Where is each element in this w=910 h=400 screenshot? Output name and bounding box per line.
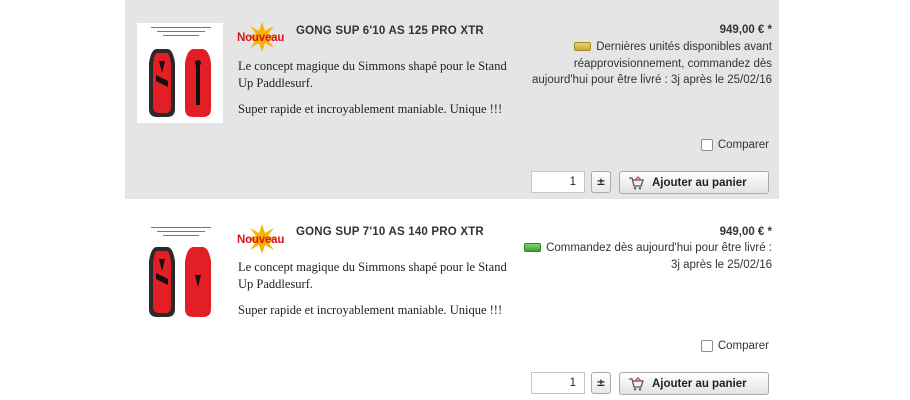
delivery-info: Commandez dès aujourd'hui pour être livr… (522, 240, 772, 273)
product-row: Nouveau GONG SUP 6'10 AS 125 PRO XTR Le … (125, 0, 779, 199)
add-to-cart-label: Ajouter au panier (652, 176, 747, 189)
description-paragraph: Super rapide et incroyablement maniable.… (238, 303, 503, 317)
cart-icon (629, 376, 644, 390)
product-title[interactable]: GONG SUP 7'10 AS 140 PRO XTR (296, 226, 484, 238)
product-row: Nouveau GONG SUP 7'10 AS 140 PRO XTR Le … (125, 199, 779, 400)
stock-available-icon (523, 243, 541, 252)
cart-icon (629, 175, 644, 189)
delivery-text: Dernières unités disponibles avant réapp… (531, 41, 772, 86)
product-description: Le concept magique du Simmons shapé pour… (238, 259, 508, 328)
new-badge: Nouveau (237, 224, 295, 254)
add-to-cart-button[interactable]: Ajouter au panier (619, 372, 769, 395)
product-thumbnail[interactable] (137, 223, 223, 323)
product-description: Le concept magique du Simmons shapé pour… (238, 58, 508, 127)
checkbox-icon[interactable] (700, 340, 713, 352)
quantity-input[interactable]: 1 (531, 372, 585, 394)
product-thumbnail[interactable] (137, 23, 223, 123)
quantity-stepper-button[interactable]: ± (591, 372, 611, 394)
checkbox-icon[interactable] (700, 139, 713, 151)
product-price: 949,00 € * (719, 226, 772, 238)
compare-checkbox[interactable]: Comparer (700, 340, 769, 352)
paddleboard-image (149, 49, 211, 117)
description-paragraph: Super rapide et incroyablement maniable.… (238, 102, 503, 116)
badge-label: Nouveau (237, 234, 285, 246)
paddleboard-image (149, 247, 211, 317)
delivery-text: Commandez dès aujourd'hui pour être livr… (546, 242, 772, 271)
compare-label: Comparer (717, 340, 769, 352)
add-to-cart-label: Ajouter au panier (652, 377, 747, 390)
stock-limited-icon (574, 42, 591, 51)
new-badge: Nouveau (237, 22, 295, 52)
delivery-info: Dernières unités disponibles avant réapp… (522, 39, 772, 89)
quantity-input[interactable]: 1 (531, 171, 585, 193)
badge-label: Nouveau (237, 32, 285, 44)
compare-checkbox[interactable]: Comparer (700, 139, 769, 151)
add-to-cart-button[interactable]: Ajouter au panier (619, 171, 769, 194)
product-price: 949,00 € * (719, 24, 772, 36)
description-paragraph: Le concept magique du Simmons shapé pour… (238, 260, 507, 291)
quantity-stepper-button[interactable]: ± (591, 171, 611, 193)
compare-label: Comparer (717, 139, 769, 151)
product-title[interactable]: GONG SUP 6'10 AS 125 PRO XTR (296, 25, 484, 37)
description-paragraph: Le concept magique du Simmons shapé pour… (238, 59, 507, 90)
